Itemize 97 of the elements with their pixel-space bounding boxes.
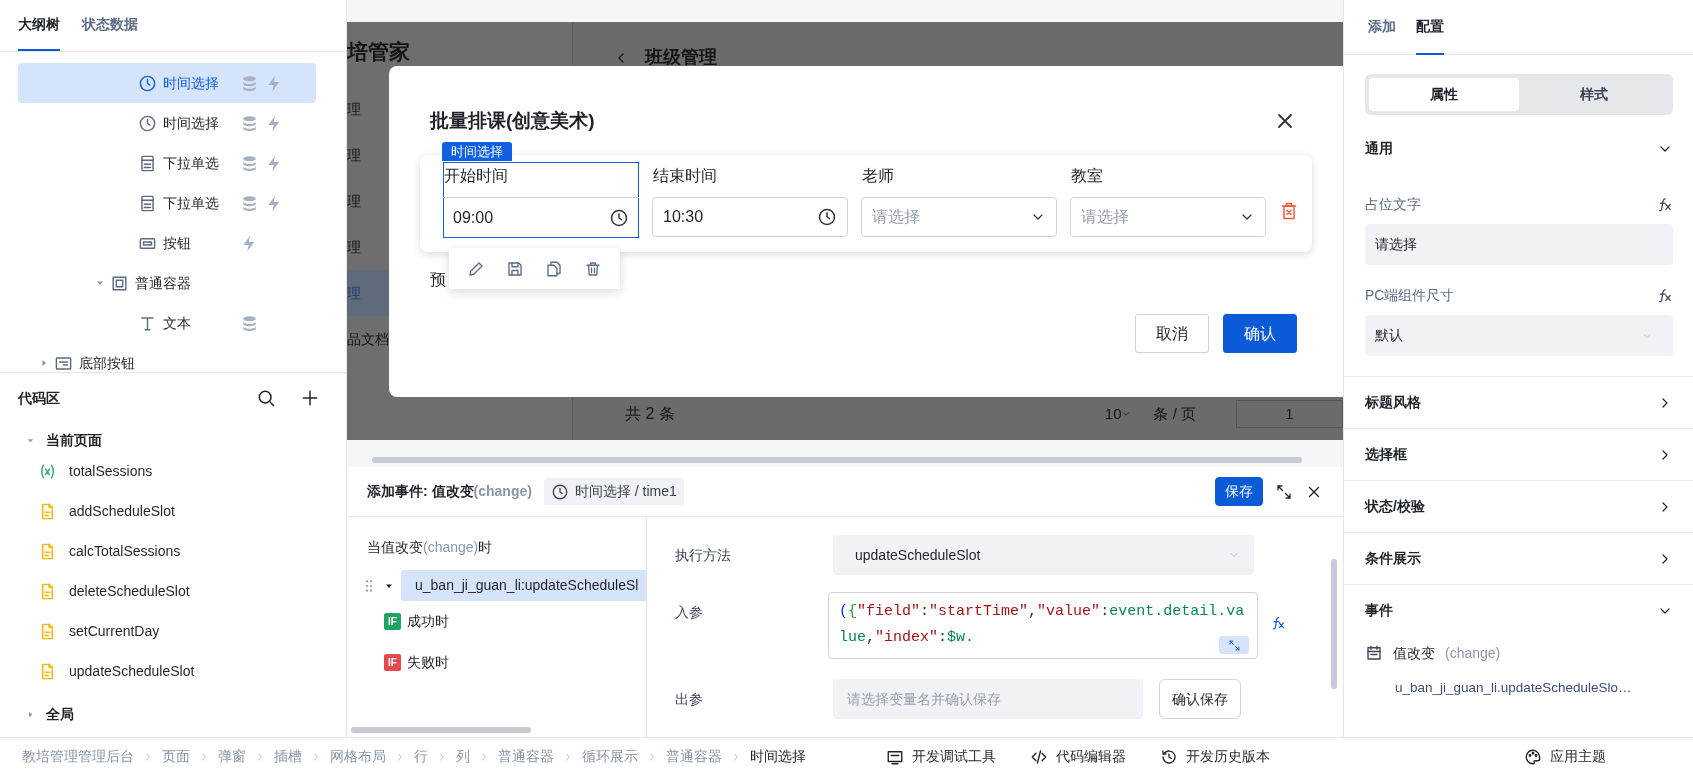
section-header[interactable]: 选择框 [1365, 429, 1673, 480]
tree-item[interactable]: 按钮 [18, 223, 316, 263]
segment-tab[interactable]: 样式 [1519, 78, 1669, 111]
field-label: 执行方法 [675, 546, 732, 565]
event-binding[interactable]: u_ban_ji_guan_li.updateScheduleSlo… [1365, 668, 1673, 708]
section-header[interactable]: 标题风格 [1365, 377, 1673, 428]
container-icon [110, 273, 129, 293]
action-item[interactable]: u_ban_ji_guan_li:updateScheduleSl [401, 570, 646, 601]
confirm-save-button[interactable]: 确认保存 [1159, 679, 1241, 719]
trigger-label: 当值改变(change)时 [367, 538, 494, 557]
field-label: 老师 [862, 166, 895, 186]
code-icon [1030, 747, 1048, 766]
panel-tab[interactable]: 状态数据 [82, 0, 138, 51]
dialog-title: 批量排课(创意美术) [430, 108, 595, 133]
breadcrumb-item[interactable]: 时间选择 [750, 746, 806, 767]
tree-item[interactable]: 底部按钮 [18, 343, 316, 372]
section-title: 代码区 [18, 388, 60, 408]
history-icon [1160, 747, 1178, 766]
field-label: 结束时间 [653, 166, 718, 186]
save-button[interactable]: 保存 [1215, 477, 1263, 506]
group-header[interactable]: 全局 [18, 697, 328, 731]
scrollbar[interactable] [1331, 559, 1337, 689]
expand-icon[interactable] [1275, 482, 1293, 501]
component-tag: 时间选择 [442, 142, 512, 161]
event-code: (change) [473, 482, 532, 501]
code-item[interactable]: updateScheduleSlot [18, 651, 328, 691]
field-label: 教室 [1071, 166, 1104, 186]
scrollbar[interactable] [351, 727, 531, 733]
clock-icon [609, 207, 629, 228]
toolbar-button[interactable]: 开发历史版本 [1160, 746, 1270, 767]
clock-icon [138, 73, 157, 93]
cancel-button[interactable]: 取消 [1135, 314, 1209, 353]
section-header[interactable]: 通用 [1365, 123, 1673, 174]
code-item[interactable]: setCurrentDay [18, 611, 328, 651]
event-code: (change) [1445, 643, 1501, 663]
branch-item[interactable]: IF 成功时 [384, 601, 646, 642]
panel-tab[interactable]: 添加 [1368, 0, 1396, 55]
panel-tab[interactable]: 大纲树 [18, 0, 60, 51]
list-icon [138, 153, 157, 173]
tree-item[interactable]: 时间选择 [18, 103, 316, 143]
toolbar-button[interactable]: 代码编辑器 [1030, 746, 1126, 767]
list-icon [138, 193, 157, 213]
toolbar-button[interactable]: 应用主题 [1524, 746, 1606, 767]
tree-item[interactable]: 下拉单选 [18, 143, 316, 183]
clock-icon [550, 482, 569, 501]
total-count: 共 2 条 [625, 404, 675, 424]
code-item[interactable]: calcTotalSessions [18, 531, 328, 571]
delete-icon[interactable] [583, 259, 602, 278]
branch-item[interactable]: IF 失败时 [384, 642, 646, 683]
panel-title: 添加事件: 值改变 [367, 482, 474, 501]
code-item[interactable]: addScheduleSlot [18, 491, 328, 531]
selected-field-outline[interactable]: 开始时间 09:00 [443, 162, 639, 238]
section-header[interactable]: 条件展示 [1365, 533, 1673, 584]
delete-icon[interactable] [1279, 201, 1299, 222]
copy-icon[interactable] [544, 259, 563, 278]
field-label: 开始时间 [444, 166, 509, 186]
field-label: PC端组件尺寸 [1365, 285, 1455, 305]
time-field[interactable]: 09:00 [443, 197, 639, 237]
code-field[interactable]: ({"field":"startTime","value":event.detail.value,"index":$w. [828, 592, 1258, 659]
time-field[interactable]: 10:30 [652, 197, 848, 237]
panel-tab[interactable]: 配置 [1416, 0, 1444, 55]
expand-button[interactable] [1219, 636, 1249, 654]
function-icon[interactable] [1656, 195, 1673, 213]
variable-icon [38, 461, 57, 481]
tree-item[interactable]: 时间选择 [18, 63, 316, 103]
expand-icon [1227, 638, 1241, 652]
clock-icon [138, 113, 157, 133]
input-field[interactable]: 请选择 [1365, 224, 1673, 265]
search-icon[interactable] [256, 388, 276, 408]
tree-item[interactable]: 普通容器 [18, 263, 316, 303]
confirm-button[interactable]: 确认 [1223, 314, 1297, 353]
page-title: 班级管理 [645, 46, 717, 69]
page-size-unit: 条 / 页 [1153, 403, 1196, 424]
plus-icon[interactable] [300, 388, 320, 408]
field-label: 出参 [675, 690, 704, 709]
field-label: 入参 [675, 603, 704, 622]
toolbar-button[interactable]: 开发调试工具 [886, 746, 996, 767]
field-label: 占位文字 [1365, 194, 1421, 214]
method-select[interactable]: updateScheduleSlot [833, 535, 1254, 575]
section-header[interactable]: 事件 [1365, 585, 1673, 636]
tree-item[interactable]: 下拉单选 [18, 183, 316, 223]
segment-tab[interactable]: 属性 [1369, 78, 1519, 111]
function-icon[interactable] [1270, 615, 1286, 632]
component-chip: 时间选择 / time1 [543, 478, 684, 505]
code-item[interactable]: deleteScheduleSlot [18, 571, 328, 611]
scrollbar[interactable] [372, 457, 1302, 463]
body-text: 预 [430, 270, 446, 290]
app-brand: 培管家 [347, 39, 411, 65]
select-field[interactable]: 默认 [1365, 315, 1673, 356]
tree-item[interactable]: 文本 [18, 303, 316, 343]
function-icon[interactable] [1656, 286, 1673, 304]
clock-icon [817, 207, 837, 227]
section-header[interactable]: 状态/校验 [1365, 481, 1673, 532]
calendar-icon [1365, 644, 1383, 662]
palette-icon [1524, 747, 1542, 766]
save-icon[interactable] [506, 259, 525, 278]
event-name: 值改变 [1393, 643, 1435, 663]
